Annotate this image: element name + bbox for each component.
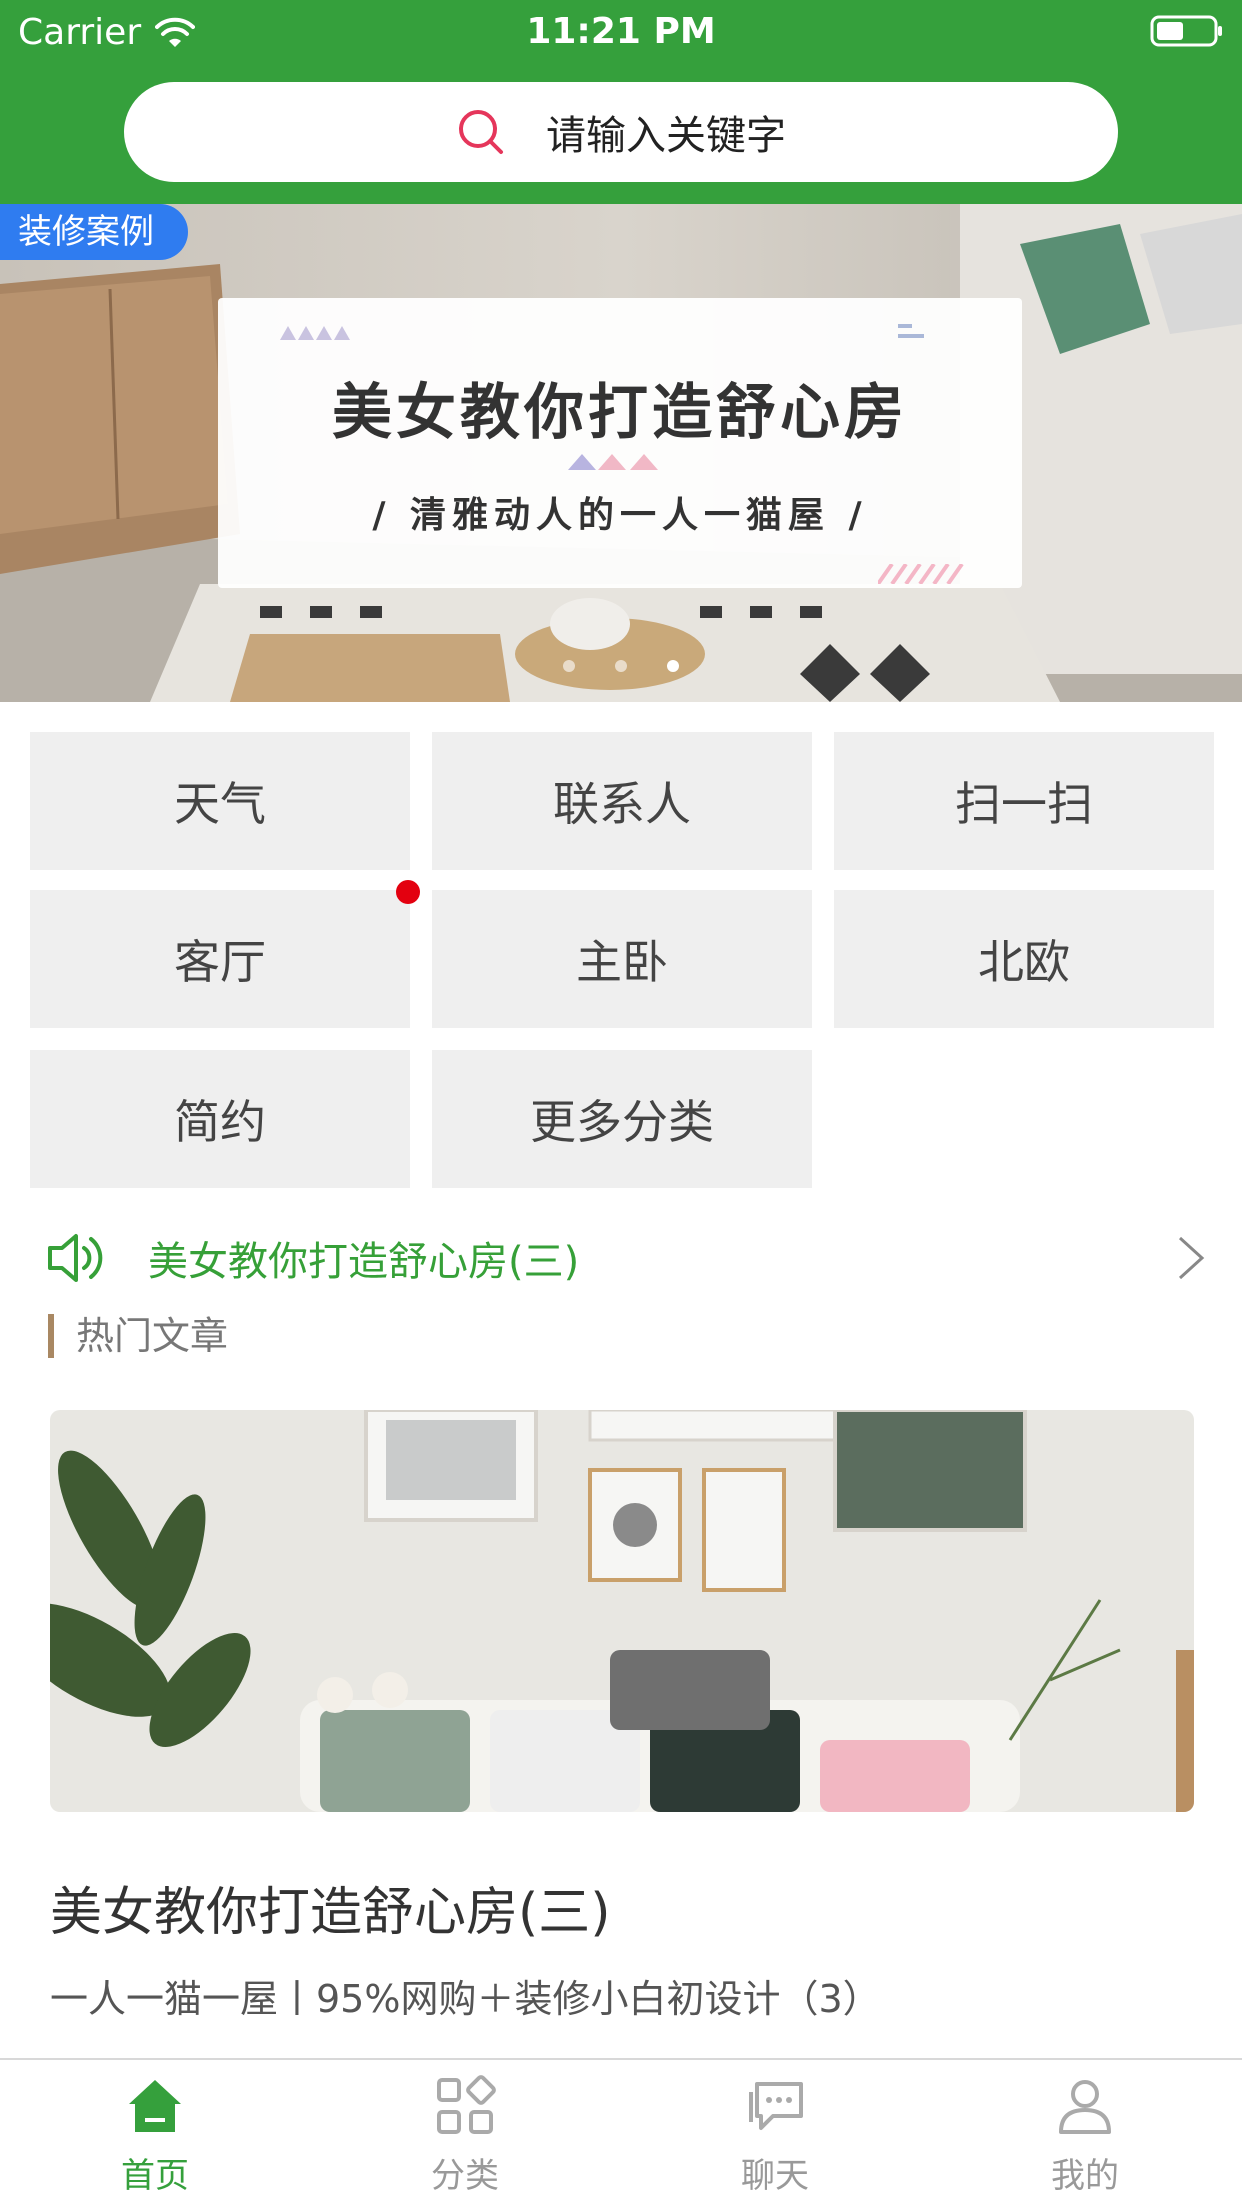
- banner-subtitle: / 清雅动人的一人一猫屋 /: [372, 495, 868, 536]
- grid-item-weather[interactable]: 天气: [30, 732, 410, 870]
- search-icon: [459, 110, 503, 154]
- article-subtitle: 一人一猫一屋丨95%网购＋装修小白初设计（3）: [50, 1977, 881, 2021]
- grid-item-contacts[interactable]: 联系人: [432, 732, 812, 870]
- grid-item-nordic[interactable]: 北欧: [834, 890, 1214, 1028]
- grid-item-simple[interactable]: 简约: [30, 1050, 410, 1188]
- battery-icon: [1150, 15, 1222, 47]
- section-title: 热门文章: [48, 1314, 228, 1358]
- banner-carousel[interactable]: 装修案例 美女教你打造舒心房 / 清雅动人的一人一猫屋 /: [0, 204, 1242, 702]
- decor-lines-icon: [898, 324, 924, 338]
- carousel-dot[interactable]: [615, 660, 627, 672]
- home-icon: [129, 2080, 181, 2132]
- chevron-right-icon[interactable]: [1176, 1234, 1206, 1282]
- tab-home[interactable]: 首页: [0, 2074, 310, 2204]
- tab-chat[interactable]: 聊天: [620, 2074, 930, 2204]
- carousel-dot[interactable]: [563, 660, 575, 672]
- header: Carrier 11:21 PM 请输入关键字: [0, 0, 1242, 204]
- search-input[interactable]: 请输入关键字: [124, 82, 1118, 182]
- tab-label: 分类: [431, 2156, 499, 2196]
- carousel-indicator[interactable]: [0, 660, 1242, 672]
- decor-stripes-icon: [878, 564, 964, 584]
- grid-item-scan[interactable]: 扫一扫: [834, 732, 1214, 870]
- grid-item-more[interactable]: 更多分类: [432, 1050, 812, 1188]
- tab-label: 我的: [1051, 2156, 1119, 2196]
- tab-profile[interactable]: 我的: [930, 2074, 1240, 2204]
- tab-label: 聊天: [741, 2156, 809, 2196]
- decor-triangles-icon: [280, 326, 350, 340]
- category-icon: [437, 2075, 496, 2134]
- banner-title: 美女教你打造舒心房: [332, 378, 908, 448]
- tab-label: 首页: [121, 2156, 189, 2196]
- grid-item-master-bedroom[interactable]: 主卧: [432, 890, 812, 1028]
- notice-text[interactable]: 美女教你打造舒心房(三): [148, 1229, 579, 1287]
- tab-bar: 首页 分类 聊天 我的: [0, 2058, 1242, 2208]
- notification-badge: [396, 880, 420, 904]
- profile-icon: [1059, 2080, 1111, 2134]
- banner-card: 美女教你打造舒心房 / 清雅动人的一人一猫屋 /: [218, 298, 1022, 588]
- chat-icon: [749, 2082, 803, 2130]
- decor-mountains-icon: [568, 454, 658, 470]
- carousel-dot-active[interactable]: [667, 660, 679, 672]
- search-placeholder: 请输入关键字: [546, 113, 786, 159]
- speaker-icon: [48, 1234, 103, 1282]
- article-image[interactable]: [50, 1410, 1194, 1812]
- case-tag[interactable]: 装修案例: [0, 204, 188, 260]
- grid-item-living-room[interactable]: 客厅: [30, 890, 410, 1028]
- article-photo: [50, 1410, 1194, 1812]
- tab-category[interactable]: 分类: [310, 2074, 620, 2204]
- notice-bar[interactable]: 美女教你打造舒心房(三): [46, 1226, 1206, 1290]
- article-title[interactable]: 美女教你打造舒心房(三): [50, 1870, 611, 1945]
- status-time: 11:21 PM: [526, 11, 716, 52]
